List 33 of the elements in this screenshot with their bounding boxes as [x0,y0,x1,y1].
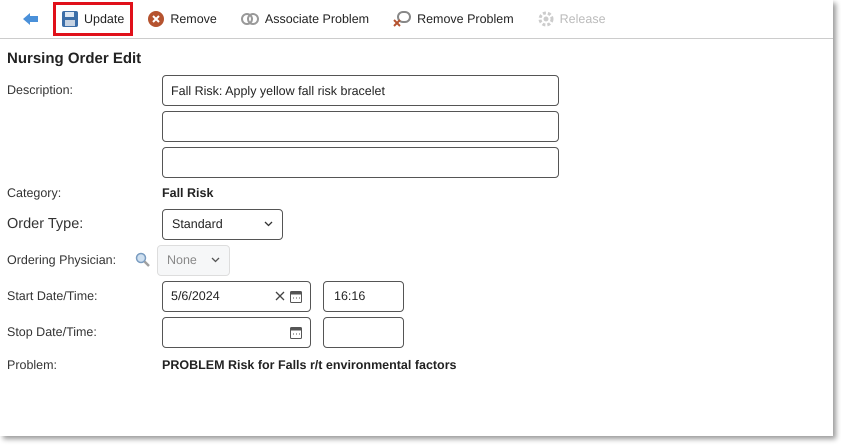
field-label: Start Date/Time: [7,289,99,303]
field-label: Category: [7,186,62,200]
form-title: Nursing Order Edit [7,50,142,67]
gear-icon [538,11,554,27]
time-field[interactable] [323,316,404,348]
field-label: Stop Date/Time: [7,325,98,339]
calendar-icon[interactable] [290,326,302,338]
category-value: Fall Risk [162,186,214,200]
clear-icon[interactable] [275,291,285,301]
chevron-down-icon [264,221,273,227]
field-label: Ordering Physician: [7,253,118,267]
field-label: Description: [7,82,74,97]
calendar-icon[interactable] [290,290,302,302]
back-arrow-icon[interactable] [23,13,39,25]
field-label: Order Type: [7,216,84,232]
time-field[interactable]: 16:16 [323,280,404,312]
problem-value: PROBLEM Risk for Falls r/t environmental factors [162,358,457,372]
description-field[interactable] [162,111,559,142]
description-field[interactable] [162,147,559,178]
broken-link-icon [393,11,412,27]
date-field[interactable] [162,316,311,348]
chevron-down-icon [211,257,220,263]
chain-link-icon [240,13,259,25]
order-type-dropdown[interactable]: Standard [162,208,283,240]
date-field[interactable]: 5/6/2024 [162,280,311,312]
description-field[interactable]: Fall Risk: Apply yellow fall risk bracelet [162,75,559,106]
update-button[interactable]: Update [53,2,134,36]
search-icon[interactable] [135,252,151,268]
toolbar-button[interactable]: Associate Problem [232,2,378,36]
toolbar-button[interactable]: Remove [139,2,226,36]
toolbar-button[interactable]: Remove Problem [384,2,523,36]
field-label: Problem: [7,358,58,372]
remove-icon [148,11,164,27]
